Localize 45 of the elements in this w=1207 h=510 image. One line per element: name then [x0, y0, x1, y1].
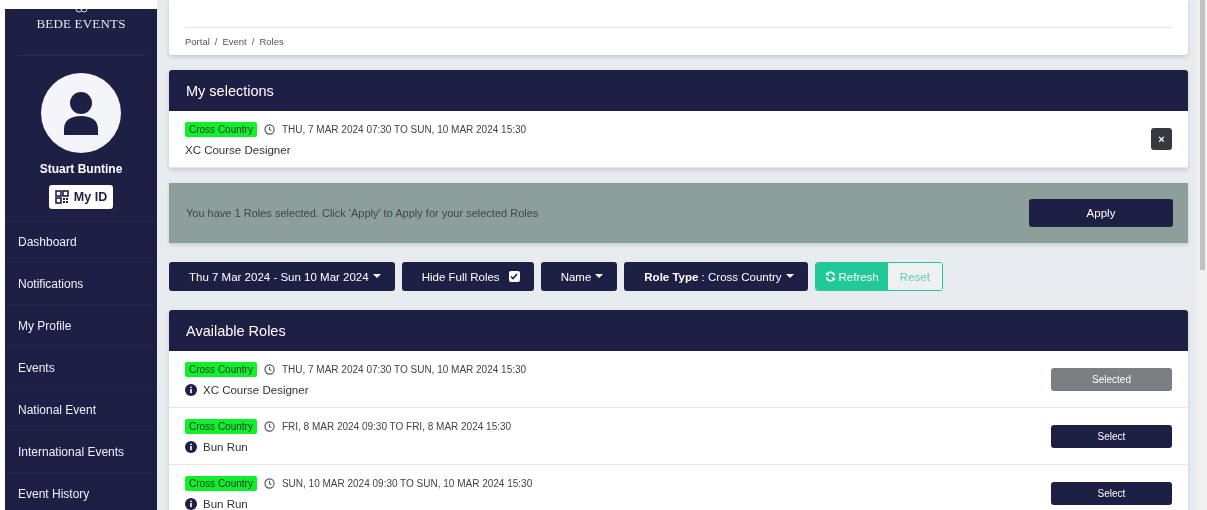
my-id-button[interactable]: My ID — [48, 185, 114, 209]
category-tag: Cross Country — [185, 362, 257, 377]
panel-header: Available Roles — [169, 310, 1188, 351]
qr-code-icon — [54, 190, 69, 204]
role-name: XC Course Designer — [185, 144, 291, 156]
clock-icon — [263, 421, 275, 432]
role-name: Bun Run — [203, 441, 248, 453]
caret-icon — [595, 274, 604, 279]
breadcrumb-separator: / — [251, 36, 255, 47]
info-icon — [185, 384, 197, 396]
notice-text: You have 1 Roles selected. Click 'Apply' to Apply for your selected Roles — [186, 207, 539, 219]
panel-header: My selections — [169, 70, 1188, 111]
breadcrumb-link[interactable]: Portal — [185, 36, 210, 47]
caret-icon — [372, 274, 381, 279]
breadcrumb-link[interactable]: Roles — [259, 36, 284, 47]
category-tag: Cross Country — [185, 476, 257, 491]
role-name: Bun Run — [203, 498, 248, 510]
breadcrumb-separator: / — [214, 36, 218, 47]
clock-icon — [263, 364, 275, 375]
clock-icon — [263, 478, 275, 489]
select-button[interactable]: Select — [1051, 481, 1172, 505]
info-icon — [185, 441, 197, 453]
category-tag: Cross Country — [185, 419, 257, 434]
dropdown-button[interactable]: Role Type : Cross Country — [624, 262, 808, 291]
user-name: Stuart Buntine — [39, 162, 123, 176]
dropdown-button[interactable]: Thu 7 Mar 2024 - Sun 10 Mar 2024 — [169, 262, 395, 291]
role-name: XC Course Designer — [203, 384, 309, 396]
checkbox-button[interactable]: Hide Full Roles — [401, 262, 534, 291]
remove-button[interactable]: × — [1151, 128, 1172, 150]
time-range: THU, 7 MAR 2024 07:30 TO SUN, 10 MAR 2024 15:30 — [281, 124, 527, 135]
scrollbar-thumb[interactable] — [1200, 0, 1205, 270]
logo-text: BEDE EVENTS — [36, 16, 126, 32]
selected-button[interactable]: Selected — [1051, 367, 1172, 391]
checkbox[interactable] — [508, 271, 520, 282]
caret-icon — [785, 274, 794, 279]
clock-icon — [263, 124, 275, 135]
refresh-icon — [824, 271, 836, 282]
dropdown-button[interactable]: Name — [540, 262, 618, 291]
time-range: SUN, 10 MAR 2024 09:30 TO SUN, 10 MAR 2024 15:30 — [281, 478, 533, 489]
time-range: THU, 7 MAR 2024 07:30 TO SUN, 10 MAR 2024 15:30 — [281, 364, 527, 375]
category-tag: Cross Country — [185, 122, 257, 137]
apply-button[interactable]: Apply — [1029, 199, 1173, 227]
breadcrumb-link[interactable]: Event — [222, 36, 247, 47]
select-button[interactable]: Select — [1051, 424, 1172, 448]
time-range: FRI, 8 MAR 2024 09:30 TO FRI, 8 MAR 2024 15:30 — [281, 421, 512, 432]
